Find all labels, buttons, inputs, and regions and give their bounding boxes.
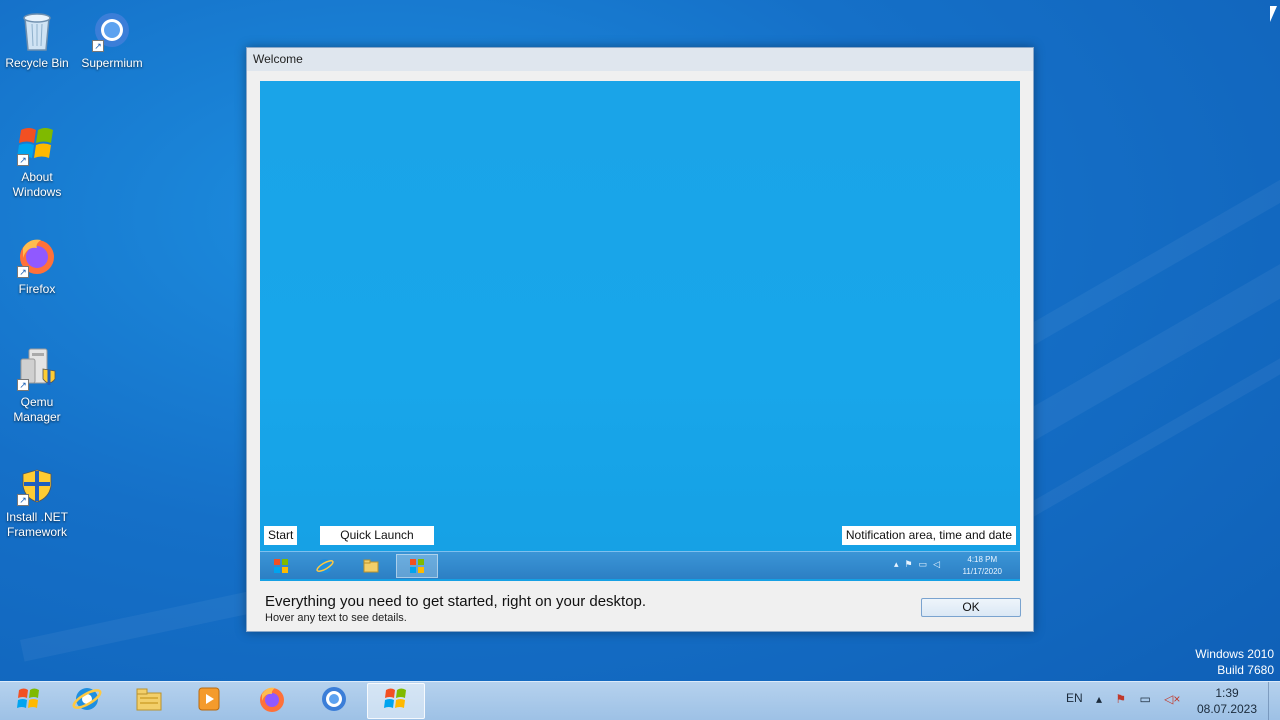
clock-date: 08.07.2023 — [1196, 702, 1258, 716]
welcome-window: Welcome Start Quick Launch Notification … — [246, 47, 1034, 632]
notification-area-hint-label[interactable]: Notification area, time and date — [841, 526, 1016, 545]
action-center-flag-icon[interactable]: ⚑ — [1115, 692, 1126, 706]
shortcut-arrow-icon: ↗ — [17, 154, 29, 166]
welcome-app-icon — [381, 684, 411, 719]
desktop-icon-label: Install .NET Framework — [5, 510, 68, 539]
start-orb-icon — [15, 685, 43, 718]
shortcut-arrow-icon: ↗ — [17, 266, 29, 278]
mini-welcome-app-icon — [396, 554, 438, 578]
quick-launch-hint-label[interactable]: Quick Launch — [320, 526, 434, 545]
mini-taskbar: ▴⚑▭◁ 4:18 PM 11/17/2020 — [260, 551, 1020, 579]
welcome-hint: Hover any text to see details. — [265, 612, 407, 624]
ok-button[interactable]: OK — [921, 598, 1021, 617]
taskbar-welcome-app[interactable] — [367, 683, 425, 719]
mini-tray-icons: ▴⚑▭◁ — [893, 559, 946, 569]
taskbar-preview: Start Quick Launch Notification area, ti… — [260, 81, 1020, 581]
recycle-bin-icon — [15, 8, 59, 52]
clock-time: 1:39 — [1215, 686, 1239, 700]
show-hidden-icons-chevron-icon[interactable]: ▴ — [1096, 692, 1102, 706]
desktop-icon-about-windows[interactable]: ↗ About Windows — [0, 122, 74, 200]
taskbar: EN ▴ ⚑ ▭ ◁× 1:39 08.07.2023 — [0, 681, 1280, 720]
mini-file-explorer-icon — [350, 554, 392, 578]
desktop-icon-install-net[interactable]: ↗ Install .NET Framework — [0, 462, 74, 540]
shortcut-arrow-icon: ↗ — [17, 494, 29, 506]
desktop-icon-firefox[interactable]: ↗ Firefox — [0, 234, 74, 297]
shield-installer-icon: ↗ — [15, 462, 59, 506]
welcome-message: Everything you need to get started, righ… — [265, 593, 647, 610]
desktop-icon-label: Recycle Bin — [5, 56, 69, 70]
window-title: Welcome — [247, 48, 1033, 71]
taskbar-internet-explorer[interactable] — [58, 683, 116, 719]
watermark-line-1: Windows 2010 — [1195, 647, 1274, 661]
language-indicator[interactable]: EN — [1066, 691, 1083, 705]
build-watermark: Windows 2010 Build 7680 — [1195, 646, 1274, 678]
show-desktop-button[interactable] — [1268, 682, 1280, 720]
desktop-icon-qemu-manager[interactable]: ↗ Qemu Manager — [0, 347, 74, 425]
firefox-icon: ↗ — [15, 234, 59, 278]
desktop-icon-label: Firefox — [18, 282, 56, 296]
mini-date: 11/17/2020 — [962, 567, 1002, 576]
tray-icons: ▴ ⚑ ▭ ◁× — [1096, 692, 1180, 706]
desktop-icon-label: Supermium — [81, 56, 143, 70]
mouse-cursor-icon — [1270, 6, 1277, 22]
supermium-icon — [319, 684, 349, 719]
file-explorer-icon — [134, 684, 164, 719]
desktop-icon-label: Qemu Manager — [13, 395, 61, 424]
shortcut-arrow-icon: ↗ — [17, 379, 29, 391]
clock[interactable]: 1:39 08.07.2023 — [1192, 685, 1262, 717]
taskbar-media-player[interactable] — [180, 683, 238, 719]
windows-logo-icon: ↗ — [15, 122, 59, 166]
taskbar-firefox[interactable] — [243, 683, 301, 719]
shortcut-arrow-icon: ↗ — [92, 40, 104, 52]
media-player-icon — [194, 684, 224, 719]
desktop-icon-supermium[interactable]: ↗ Supermium — [75, 8, 149, 71]
taskbar-supermium[interactable] — [305, 683, 363, 719]
mini-internet-explorer-icon — [304, 554, 346, 578]
supermium-icon: ↗ — [90, 8, 134, 52]
mini-start-orb-icon — [260, 554, 302, 578]
start-hint-label[interactable]: Start — [264, 526, 298, 545]
mini-clock: 4:18 PM 11/17/2020 — [963, 554, 1002, 578]
firefox-icon — [257, 684, 287, 719]
desktop-icon-label: About Windows — [12, 170, 62, 199]
mini-time: 4:18 PM — [967, 555, 998, 564]
taskbar-file-explorer[interactable] — [120, 683, 178, 719]
internet-explorer-icon — [72, 684, 102, 719]
network-icon[interactable]: ▭ — [1139, 692, 1150, 706]
watermark-line-2: Build 7680 — [1217, 663, 1274, 677]
volume-muted-icon[interactable]: ◁× — [1164, 692, 1180, 706]
desktop-icon-recycle-bin[interactable]: Recycle Bin — [0, 8, 74, 71]
start-button[interactable] — [0, 683, 58, 719]
qemu-manager-icon: ↗ — [15, 347, 59, 391]
